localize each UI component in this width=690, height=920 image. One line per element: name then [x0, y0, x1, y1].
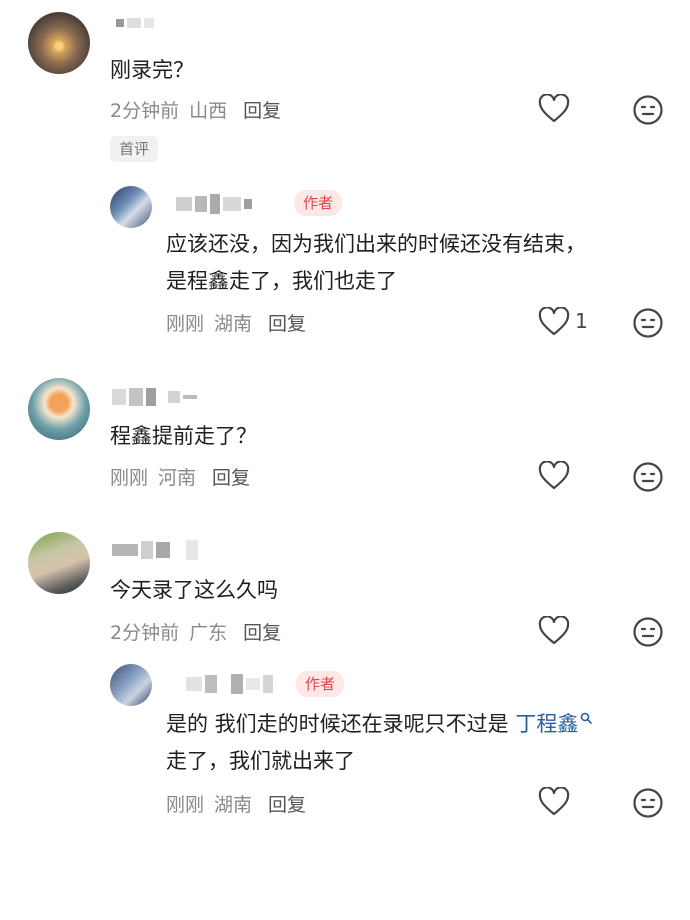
comment-meta: 刚刚 河南 回复 — [110, 463, 250, 490]
reply-time: 刚刚 — [166, 313, 205, 335]
username-blurred[interactable] — [176, 194, 252, 214]
comment-location: 山西 — [189, 100, 228, 122]
reply-text-line: 是程鑫走了，我们也走了 — [166, 269, 397, 293]
username-blurred[interactable] — [112, 540, 198, 560]
neutral-face-icon[interactable] — [632, 616, 664, 648]
like-count: 1 — [575, 309, 588, 333]
username-blurred[interactable] — [112, 388, 197, 406]
reply-meta: 刚刚 湖南 回复 — [166, 309, 306, 336]
comment-text: 程鑫提前走了？ — [110, 424, 257, 448]
comment-location: 广东 — [189, 622, 228, 644]
avatar[interactable] — [28, 12, 90, 74]
reply-button[interactable]: 回复 — [212, 463, 250, 490]
comment-text: 刚录完？ — [110, 58, 194, 82]
reply-text-line: 是的 我们走的时候还在录呢只不过是 丁程鑫 — [166, 706, 593, 742]
avatar[interactable] — [110, 664, 152, 706]
heart-outline-icon[interactable] — [538, 787, 570, 817]
reply-text-line: 应该还没，因为我们出来的时候还没有结束， — [166, 232, 586, 256]
comment-text: 今天录了这么久吗 — [110, 578, 278, 602]
neutral-face-icon[interactable] — [632, 94, 664, 126]
first-comment-badge: 首评 — [110, 136, 159, 162]
comment-meta: 2分钟前 山西 回复 — [110, 96, 281, 123]
reply-text: 是的 我们走的时候还在录呢只不过是 — [166, 712, 516, 736]
reply-button[interactable]: 回复 — [243, 618, 281, 645]
heart-outline-icon[interactable] — [538, 94, 570, 124]
neutral-face-icon[interactable] — [632, 787, 664, 819]
heart-outline-icon[interactable] — [538, 616, 570, 646]
reply-meta: 刚刚 湖南 回复 — [166, 790, 306, 817]
reply-button[interactable]: 回复 — [268, 790, 306, 817]
neutral-face-icon[interactable] — [632, 461, 664, 493]
heart-outline-icon[interactable] — [538, 461, 570, 491]
reply-time: 刚刚 — [166, 794, 205, 816]
comment-location: 河南 — [158, 467, 197, 489]
reply-location: 湖南 — [214, 794, 253, 816]
reply-button[interactable]: 回复 — [243, 96, 281, 123]
comment-time: 刚刚 — [110, 467, 149, 489]
mention-link[interactable]: 丁程鑫 — [515, 712, 578, 736]
username-blurred[interactable] — [116, 18, 154, 28]
reply-location: 湖南 — [214, 313, 253, 335]
comment-time: 2分钟前 — [110, 622, 180, 644]
reply-button[interactable]: 回复 — [268, 309, 306, 336]
author-tag: 作者 — [296, 671, 345, 697]
search-icon[interactable] — [580, 712, 593, 724]
author-tag: 作者 — [294, 190, 343, 216]
neutral-face-icon[interactable] — [632, 307, 664, 339]
comment-time: 2分钟前 — [110, 100, 180, 122]
heart-outline-icon[interactable] — [538, 307, 570, 337]
reply-text-line: 走了，我们就出来了 — [166, 749, 355, 773]
comment-meta: 2分钟前 广东 回复 — [110, 618, 281, 645]
avatar[interactable] — [28, 532, 90, 594]
avatar[interactable] — [110, 186, 152, 228]
avatar[interactable] — [28, 378, 90, 440]
username-blurred[interactable] — [186, 674, 273, 694]
